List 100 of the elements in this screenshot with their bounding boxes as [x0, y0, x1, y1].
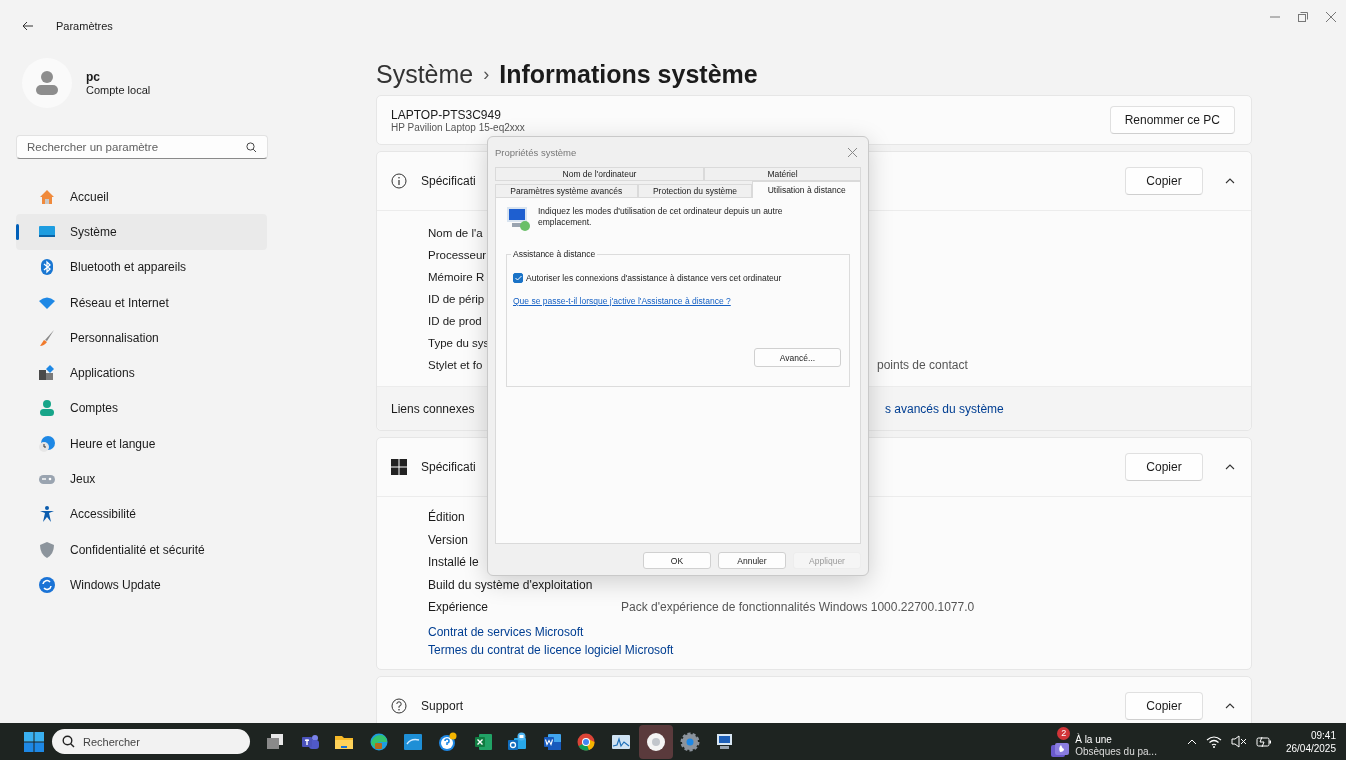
search-icon	[62, 735, 75, 748]
copy-button[interactable]: Copier	[1125, 453, 1203, 481]
dialog-button[interactable]: Annuler	[718, 552, 786, 569]
account-type: Compte local	[86, 84, 151, 96]
spec-label: Expérience	[428, 600, 489, 615]
task-view-icon[interactable]	[265, 731, 285, 752]
help-link[interactable]: Que se passe-t-il lorsque j'active l'Assistance à distance ?	[513, 296, 731, 306]
search-field[interactable]: Rechercher un paramètre	[16, 135, 268, 159]
nav-item[interactable]: Personnalisation	[16, 320, 267, 356]
nav-item[interactable]: Accessibilité	[16, 496, 267, 532]
browser-icon[interactable]	[368, 731, 389, 752]
section-title: Spécificati	[421, 174, 476, 188]
nav-item[interactable]: Windows Update	[16, 567, 267, 603]
device-name: LAPTOP-PTS3C949	[391, 107, 502, 122]
restore-icon[interactable]	[1298, 12, 1308, 22]
link[interactable]: s avancés du système	[885, 401, 1251, 416]
group-title: Assistance à distance	[511, 249, 598, 259]
chevron-up-icon[interactable]	[1225, 702, 1235, 709]
start-icon[interactable]	[24, 731, 44, 752]
remote-computer-icon	[506, 206, 532, 232]
help-icon	[391, 697, 407, 714]
avatar	[22, 58, 72, 108]
link[interactable]: Termes du contrat de licence logiciel Microsoft	[428, 640, 674, 659]
app-tile-icon[interactable]	[403, 731, 424, 752]
section-title: Support	[421, 698, 464, 713]
taskbar-search[interactable]: Rechercher	[52, 729, 250, 754]
accessibility-icon	[38, 505, 56, 524]
chevron-up-icon[interactable]	[1225, 178, 1235, 184]
device-model: HP Pavilion Laptop 15-eq2xxx	[391, 121, 525, 133]
spec-label: Installé le	[428, 555, 479, 570]
volume-muted-icon[interactable]	[1230, 735, 1247, 748]
account-name: pc	[86, 70, 101, 84]
chevron-up-icon[interactable]	[1225, 464, 1235, 470]
spec-label: Nom de l'a	[428, 227, 483, 239]
nav-item[interactable]: Comptes	[16, 390, 267, 427]
dialog-button[interactable]: OK	[643, 552, 711, 569]
page-title: Informations système	[499, 60, 758, 89]
spreadsheet-icon[interactable]	[472, 731, 493, 752]
nav-item[interactable]: Réseau et Internet	[16, 284, 267, 321]
clock-icon	[38, 434, 56, 453]
news-widget[interactable]: 2 À la une Obsèques du pa...	[1049, 725, 1157, 758]
breadcrumb-separator: ›	[483, 64, 490, 85]
rename-button[interactable]: Renommer ce PC	[1109, 106, 1235, 134]
nav-item[interactable]: Bluetooth et appareils	[16, 249, 267, 285]
app-icon[interactable]	[645, 731, 666, 752]
tab[interactable]: Matériel	[704, 167, 861, 181]
tab[interactable]: Paramètres système avancés	[495, 184, 638, 198]
close-icon[interactable]	[1326, 12, 1336, 22]
bluetooth-icon	[38, 258, 56, 277]
news-icon[interactable]	[1051, 741, 1070, 758]
shield-icon	[38, 540, 56, 559]
nav-item[interactable]: Jeux	[16, 461, 267, 497]
apps-icon	[38, 364, 56, 383]
refresh-icon	[38, 575, 56, 594]
back-arrow-icon[interactable]	[22, 21, 34, 31]
search-icon[interactable]	[246, 141, 257, 153]
breadcrumb-parent[interactable]: Système	[376, 60, 474, 89]
section-title: Spécificati	[421, 460, 476, 474]
search-input[interactable]: Rechercher un paramètre	[27, 141, 227, 153]
advanced-button[interactable]: Avancé...	[754, 348, 841, 367]
link[interactable]: Contrat de services Microsoft	[428, 622, 584, 641]
spec-label: Build du système d'exploitation	[428, 577, 593, 592]
nav-item[interactable]: Heure et langue	[16, 426, 267, 462]
settings-icon[interactable]	[680, 731, 701, 752]
wifi-icon[interactable]	[1205, 735, 1222, 748]
spec-label: Mémoire R	[428, 271, 485, 283]
spec-label: Version	[428, 532, 469, 547]
intro-text: Indiquez les modes d'utilisation de cet ordinateur depuis un autre emplacement.	[538, 206, 784, 228]
nav-item[interactable]: Applications	[16, 355, 267, 391]
spec-value: Pack d'expérience de fonctionnalités Windows 1000.22700.1077.0	[621, 600, 975, 615]
checkmark-icon[interactable]	[514, 275, 522, 281]
nav-item[interactable]: Système	[16, 214, 267, 250]
tab[interactable]: Protection du système	[637, 184, 753, 198]
person-icon	[38, 399, 56, 418]
copy-button[interactable]: Copier	[1125, 167, 1203, 195]
browser-icon[interactable]	[576, 731, 597, 752]
spec-label: Processeur	[428, 249, 487, 261]
document-app-icon[interactable]	[541, 731, 562, 752]
close-icon[interactable]	[848, 147, 857, 157]
spec-label: Stylet et fo	[428, 359, 483, 371]
house-icon	[38, 187, 56, 206]
mail-app-icon[interactable]	[507, 731, 528, 752]
spec-label: ID de périp	[428, 293, 485, 305]
notification-badge: 2	[1057, 726, 1071, 740]
help-app-icon[interactable]	[437, 731, 458, 752]
nav-item[interactable]: Accueil	[16, 179, 267, 215]
computer-icon[interactable]	[714, 731, 735, 752]
checkbox[interactable]: Autoriser les connexions d'assistance à distance vers cet ordinateur	[513, 273, 841, 283]
nav-item[interactable]: Confidentialité et sécurité	[16, 531, 267, 568]
tab[interactable]: Nom de l'ordinateur	[495, 167, 704, 181]
spec-label: Édition	[428, 510, 465, 525]
tab[interactable]: Utilisation à distance	[752, 181, 861, 198]
copy-button[interactable]: Copier	[1125, 691, 1203, 720]
battery-icon[interactable]	[1255, 735, 1272, 748]
dialog-title: Propriétés système	[495, 146, 577, 158]
spec-value: points de contact	[877, 358, 968, 372]
clock[interactable]: 09:41 26/04/2025	[1285, 728, 1336, 755]
window-title: Paramètres	[56, 20, 113, 32]
windows-logo-icon	[391, 459, 407, 475]
spec-label: ID de prod	[428, 315, 482, 327]
